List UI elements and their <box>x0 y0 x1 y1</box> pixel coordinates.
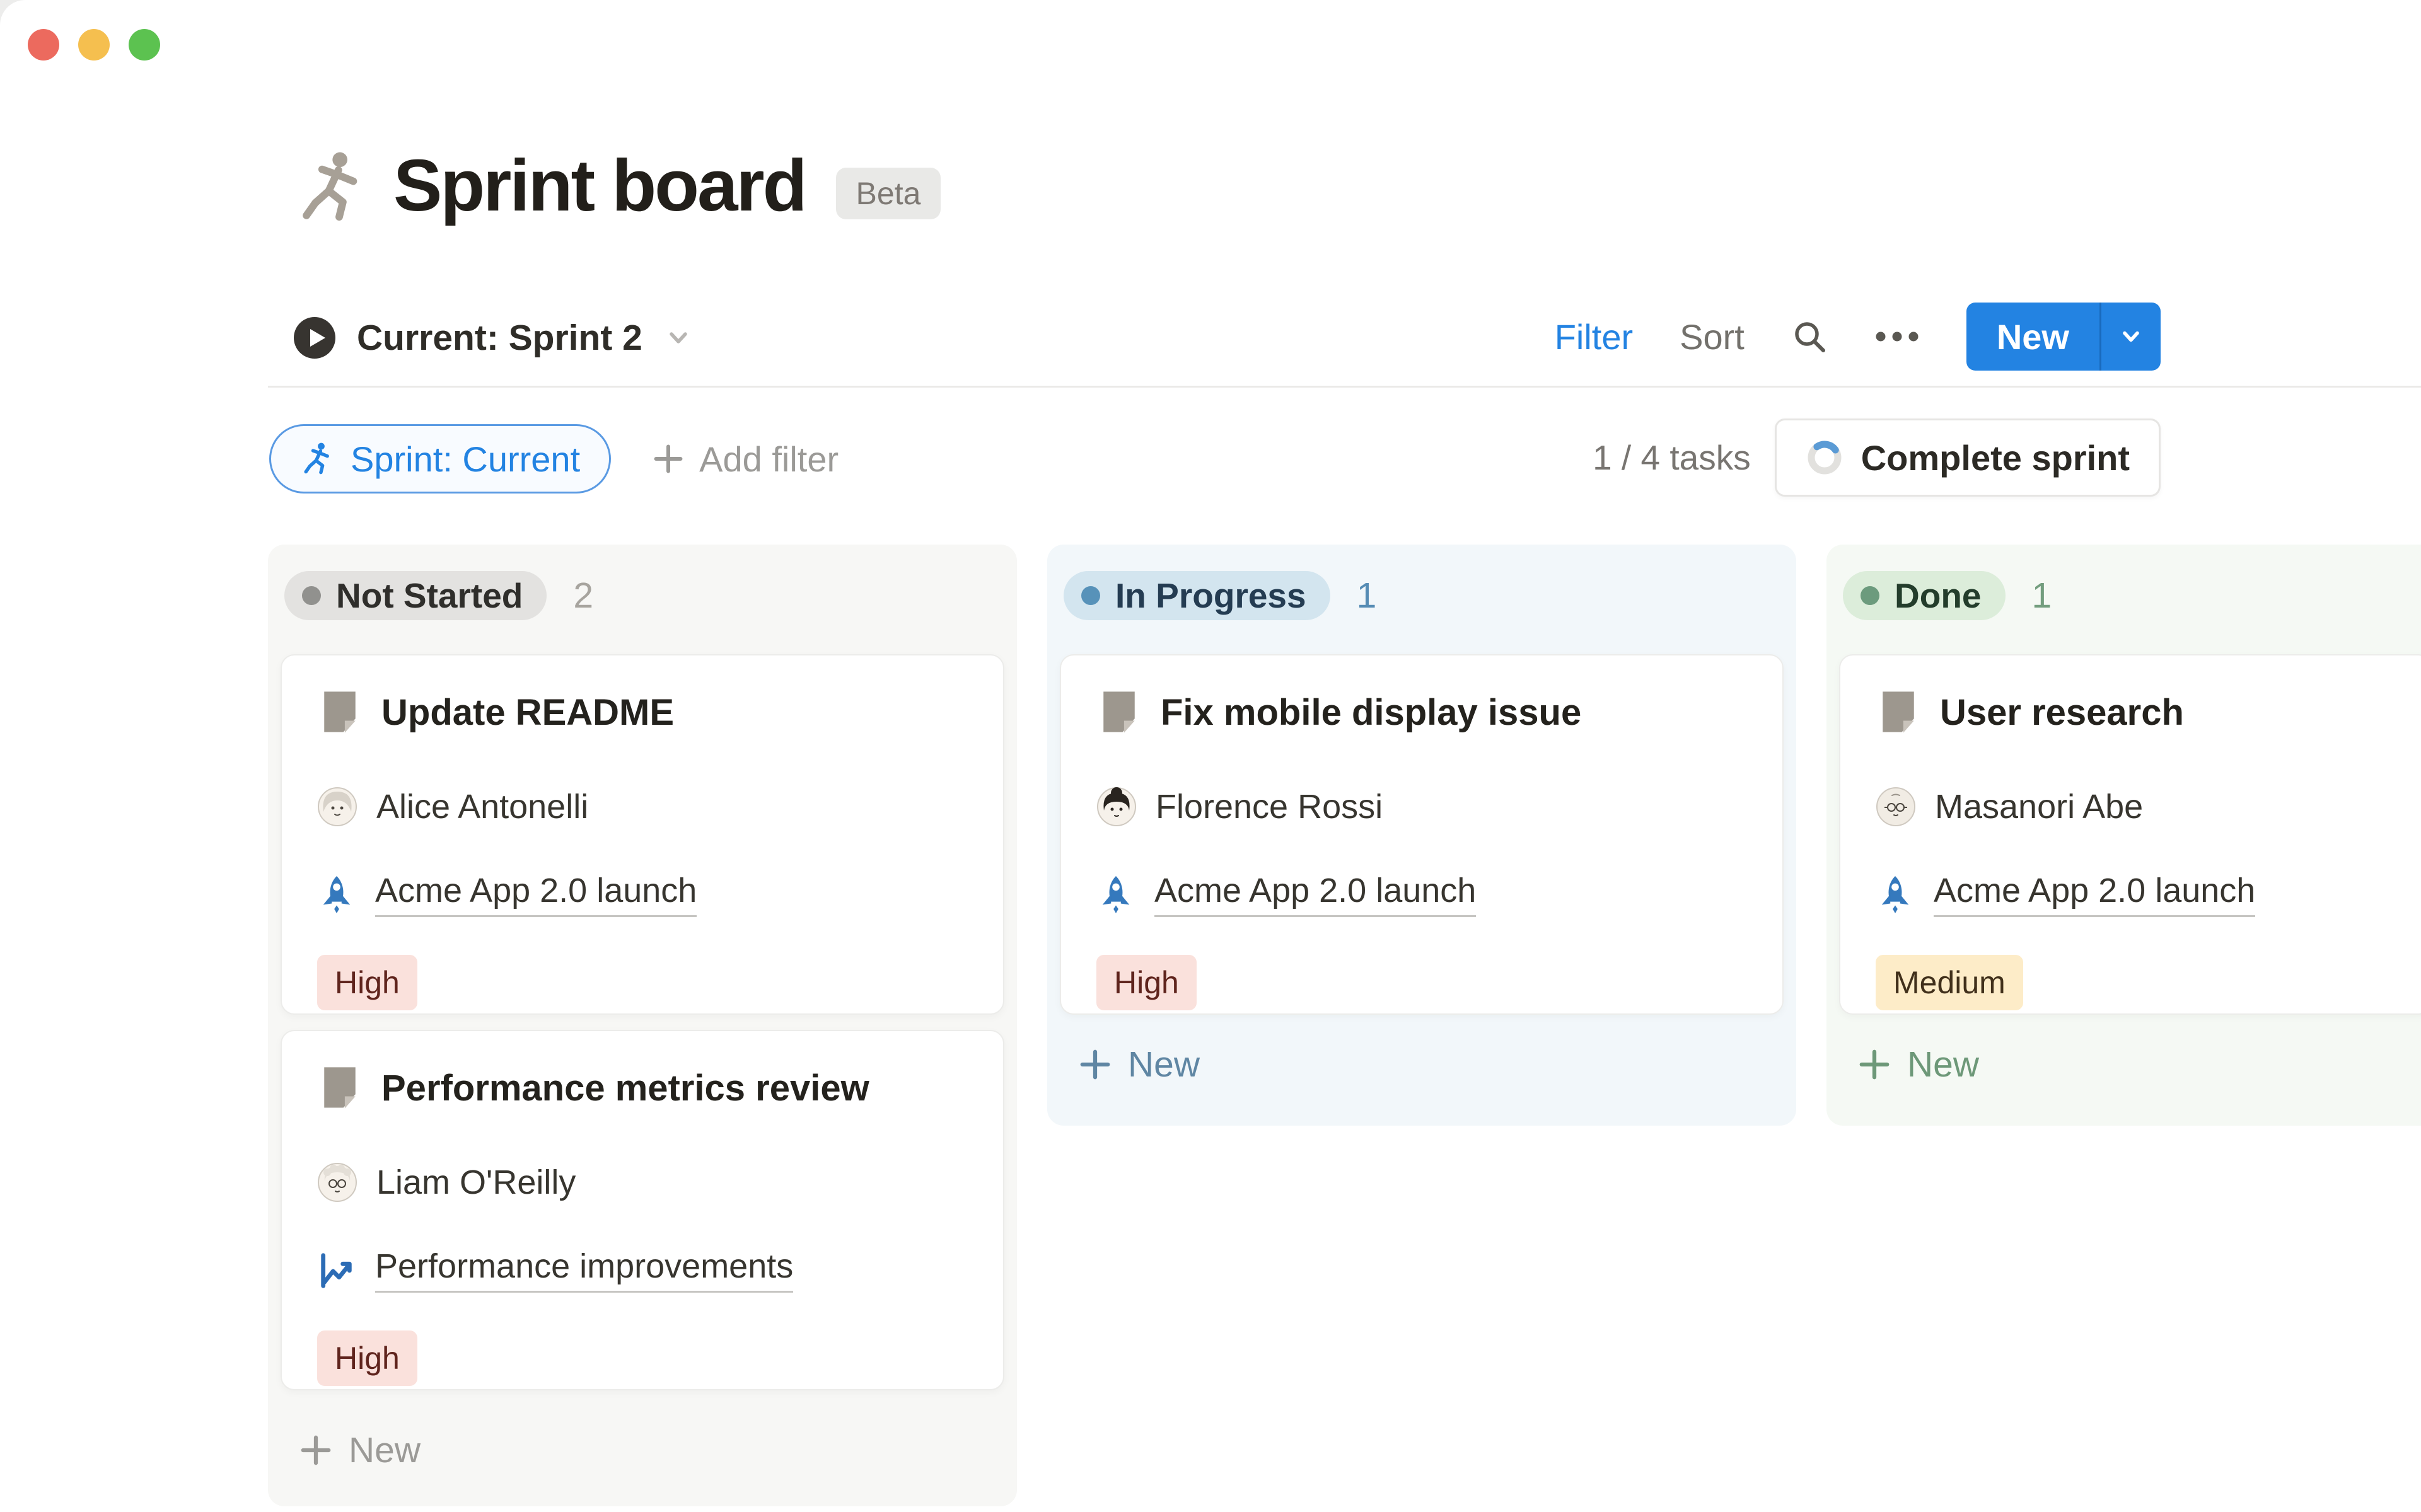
task-card[interactable]: Update README Alice Antonelli Acme App 2… <box>281 654 1004 1015</box>
column-header: Done 1 <box>1843 571 2421 620</box>
search-icon[interactable] <box>1791 318 1828 355</box>
chevron-down-icon <box>664 323 693 352</box>
priority-badge: High <box>317 1330 417 1386</box>
page-title: Sprint board <box>393 149 806 222</box>
sprint-progress-icon <box>1806 439 1843 476</box>
task-card[interactable]: Fix mobile display issue Florence Rossi … <box>1060 654 1784 1015</box>
board-toolbar: Filter Sort New <box>1555 300 2161 373</box>
column-count: 2 <box>573 575 593 616</box>
assignee-name: Alice Antonelli <box>376 787 588 826</box>
add-card-button[interactable]: New <box>299 1429 1004 1471</box>
status-dot <box>1081 586 1100 605</box>
project-link[interactable]: Acme App 2.0 launch <box>1934 871 2255 917</box>
avatar <box>317 787 357 827</box>
sprint-status-bar: 1 / 4 tasks Complete sprint <box>1593 420 2161 495</box>
column-header: Not Started 2 <box>284 571 1004 620</box>
add-card-label: New <box>1128 1044 1200 1085</box>
project-link[interactable]: Performance improvements <box>375 1247 793 1293</box>
task-card[interactable]: Performance metrics review Liam O'Reilly <box>281 1030 1004 1390</box>
column-header: In Progress 1 <box>1064 571 1784 620</box>
column-not-started: Not Started 2 Update README Ali <box>268 545 1017 1506</box>
complete-sprint-button[interactable]: Complete sprint <box>1775 418 2161 497</box>
add-card-button[interactable]: New <box>1079 1044 1784 1085</box>
column-done: Done 1 User research <box>1826 545 2421 1126</box>
zoom-window-button[interactable] <box>129 29 160 61</box>
filter-bar: Sprint: Current Add filter <box>269 424 839 494</box>
priority-badge: High <box>1096 955 1197 1010</box>
avatar <box>1096 787 1137 827</box>
rocket-icon <box>317 875 356 914</box>
line-chart-icon <box>317 1250 356 1290</box>
task-count: 1 / 4 tasks <box>1593 437 1751 478</box>
card-title: Performance metrics review <box>381 1067 869 1109</box>
status-pill-not-started[interactable]: Not Started <box>284 571 547 620</box>
status-label: Not Started <box>336 579 523 613</box>
status-dot <box>302 586 321 605</box>
status-label: Done <box>1895 579 1982 613</box>
play-circle-icon <box>294 317 335 359</box>
assignee-name: Masanori Abe <box>1935 787 2143 826</box>
window-controls <box>28 29 160 61</box>
priority-badge: High <box>317 955 417 1010</box>
card-title: User research <box>1940 691 2184 734</box>
task-card[interactable]: User research Masanori Abe Acme A <box>1839 654 2421 1015</box>
rocket-icon <box>1876 875 1915 914</box>
toolbar-divider <box>268 386 2421 388</box>
sprint-board-window: Sprint board Beta Current: Sprint 2 Filt… <box>0 0 2421 1512</box>
chevron-down-icon <box>2118 323 2144 350</box>
plus-icon <box>1858 1048 1891 1081</box>
status-pill-in-progress[interactable]: In Progress <box>1064 571 1330 620</box>
filter-button[interactable]: Filter <box>1555 316 1633 357</box>
rocket-icon <box>1096 875 1135 914</box>
assignee-name: Florence Rossi <box>1156 787 1383 826</box>
more-icon[interactable] <box>1874 330 1920 343</box>
page-icon <box>1876 690 1921 735</box>
view-label: Current: Sprint 2 <box>357 317 642 359</box>
page-icon <box>317 690 363 735</box>
complete-sprint-label: Complete sprint <box>1861 437 2130 478</box>
card-title: Fix mobile display issue <box>1161 691 1581 734</box>
add-filter-button[interactable]: Add filter <box>653 439 839 480</box>
plus-icon <box>653 443 684 475</box>
sprint-filter-label: Sprint: Current <box>351 439 580 480</box>
card-title: Update README <box>381 691 674 734</box>
page-icon <box>1096 690 1142 735</box>
plus-icon <box>299 1434 332 1467</box>
close-window-button[interactable] <box>28 29 59 61</box>
minimize-window-button[interactable] <box>78 29 110 61</box>
avatar <box>317 1162 357 1203</box>
plus-icon <box>1079 1048 1112 1081</box>
status-label: In Progress <box>1115 579 1306 613</box>
assignee-name: Liam O'Reilly <box>376 1163 576 1202</box>
project-link[interactable]: Acme App 2.0 launch <box>375 871 697 917</box>
runner-icon <box>294 150 368 224</box>
add-card-label: New <box>349 1429 421 1471</box>
page-header: Sprint board Beta <box>294 146 941 224</box>
sort-button[interactable]: Sort <box>1680 316 1745 357</box>
project-link[interactable]: Acme App 2.0 launch <box>1154 871 1476 917</box>
beta-badge: Beta <box>836 168 941 219</box>
add-card-label: New <box>1907 1044 1979 1085</box>
sprint-filter-chip[interactable]: Sprint: Current <box>269 424 611 493</box>
new-button-group: New <box>1966 303 2161 371</box>
add-card-button[interactable]: New <box>1858 1044 2421 1085</box>
column-count: 1 <box>1357 575 1377 616</box>
runner-icon <box>300 442 334 476</box>
new-button-dropdown[interactable] <box>2101 303 2161 371</box>
page-icon <box>317 1065 363 1111</box>
column-in-progress: In Progress 1 Fix mobile display issue <box>1047 545 1796 1126</box>
new-button[interactable]: New <box>1966 303 2099 371</box>
column-count: 1 <box>2032 575 2052 616</box>
priority-badge: Medium <box>1876 955 2023 1010</box>
status-pill-done[interactable]: Done <box>1843 571 2006 620</box>
view-selector[interactable]: Current: Sprint 2 <box>294 301 693 374</box>
avatar <box>1876 787 1916 827</box>
add-filter-label: Add filter <box>699 439 839 480</box>
status-dot <box>1861 586 1879 605</box>
